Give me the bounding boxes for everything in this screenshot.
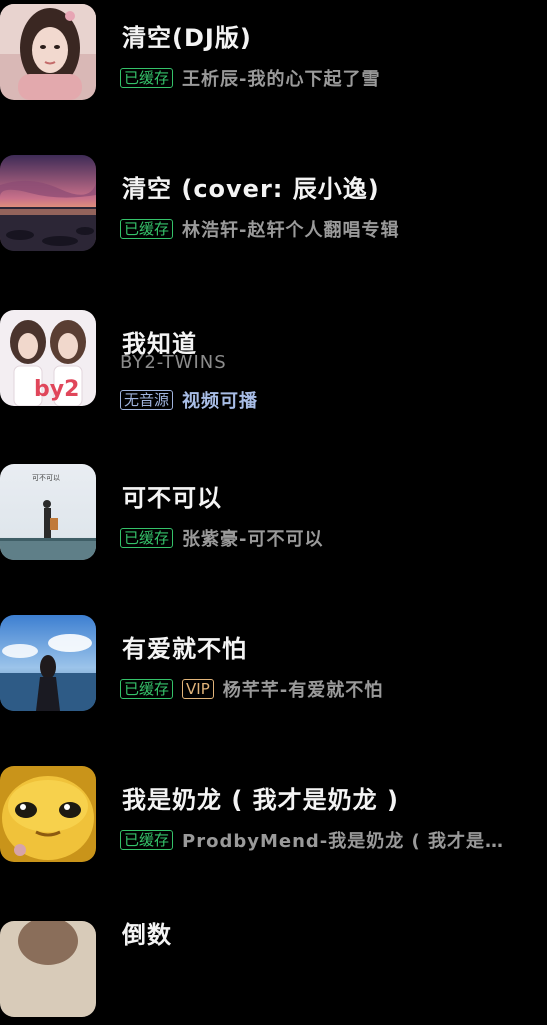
album-cover[interactable]: 可不可以 [0,464,96,560]
cached-badge: 已缓存 [120,830,174,850]
svg-text:by2: by2 [34,377,79,402]
cached-badge: 已缓存 [120,679,174,699]
song-artist: BY2-TWINS [120,352,227,373]
song-row[interactable]: 可不可以 可不可以 已缓存 张紫豪-可不可以 [0,464,547,568]
vip-badge: VIP [182,679,214,699]
album-cover[interactable] [0,4,96,100]
sunset-lake-cover-image [0,155,96,251]
song-row[interactable]: 清空(DJ版) 已缓存 王析辰-我的心下起了雪 [0,4,547,108]
song-list: 清空(DJ版) 已缓存 王析辰-我的心下起了雪 清空 (cover: 辰小逸) … [0,0,547,1017]
album-cover[interactable] [0,615,96,711]
song-row[interactable]: 我是奶龙 ( 我才是奶龙 ) 已缓存 ProdbyMend-我是奶龙 ( 我才是… [0,766,547,870]
song-meta: 已缓存 张紫豪-可不可以 [120,526,324,550]
song-subtitle: ProdbyMend-我是奶龙 ( 我才是奶... [182,831,519,852]
girl-portrait-cover-image [0,4,96,100]
portrait-cover-image [0,921,96,1017]
cached-badge: 已缓存 [120,219,174,239]
song-meta: 无音源 视频可播 [120,388,258,412]
video-playable-label[interactable]: 视频可播 [182,387,258,413]
song-subtitle: 张紫豪-可不可以 [182,529,324,550]
album-cover[interactable] [0,155,96,251]
song-title: 可不可以 [122,484,222,512]
song-title: 我是奶龙 ( 我才是奶龙 ) [122,786,400,814]
song-title: 倒数 [122,921,172,949]
song-title: 有爱就不怕 [122,635,247,663]
album-cover[interactable]: by2 [0,310,96,406]
song-meta: 已缓存 王析辰-我的心下起了雪 [120,66,381,90]
song-title: 清空 (cover: 辰小逸) [122,175,380,203]
song-row[interactable]: 清空 (cover: 辰小逸) 已缓存 林浩轩-赵轩个人翻唱专辑 [0,155,547,259]
song-row[interactable]: 倒数 [0,921,547,1025]
song-subtitle: 王析辰-我的心下起了雪 [182,69,381,90]
by2-twins-cover-image: by2 [0,310,96,406]
album-cover[interactable] [0,766,96,862]
svg-text:可不可以: 可不可以 [32,474,60,482]
song-meta: 已缓存 VIP 杨芊芊-有爱就不怕 [120,677,383,701]
song-meta: 已缓存 ProdbyMend-我是奶龙 ( 我才是奶... [120,828,518,852]
yellow-dragon-cover-image [0,766,96,862]
cached-badge: 已缓存 [120,68,174,88]
guitar-seaside-cover-image: 可不可以 [0,464,96,560]
song-subtitle: 林浩轩-赵轩个人翻唱专辑 [182,220,400,241]
girl-sea-cover-image [0,615,96,711]
song-title: 清空(DJ版) [122,24,252,52]
cached-badge: 已缓存 [120,528,174,548]
album-cover[interactable] [0,921,96,1017]
song-subtitle: 杨芊芊-有爱就不怕 [222,680,384,701]
song-row[interactable]: 有爱就不怕 已缓存 VIP 杨芊芊-有爱就不怕 [0,615,547,719]
song-row[interactable]: by2 我知道 BY2-TWINS 无音源 视频可播 [0,310,547,414]
no-source-badge: 无音源 [120,390,174,410]
song-meta: 已缓存 林浩轩-赵轩个人翻唱专辑 [120,217,400,241]
